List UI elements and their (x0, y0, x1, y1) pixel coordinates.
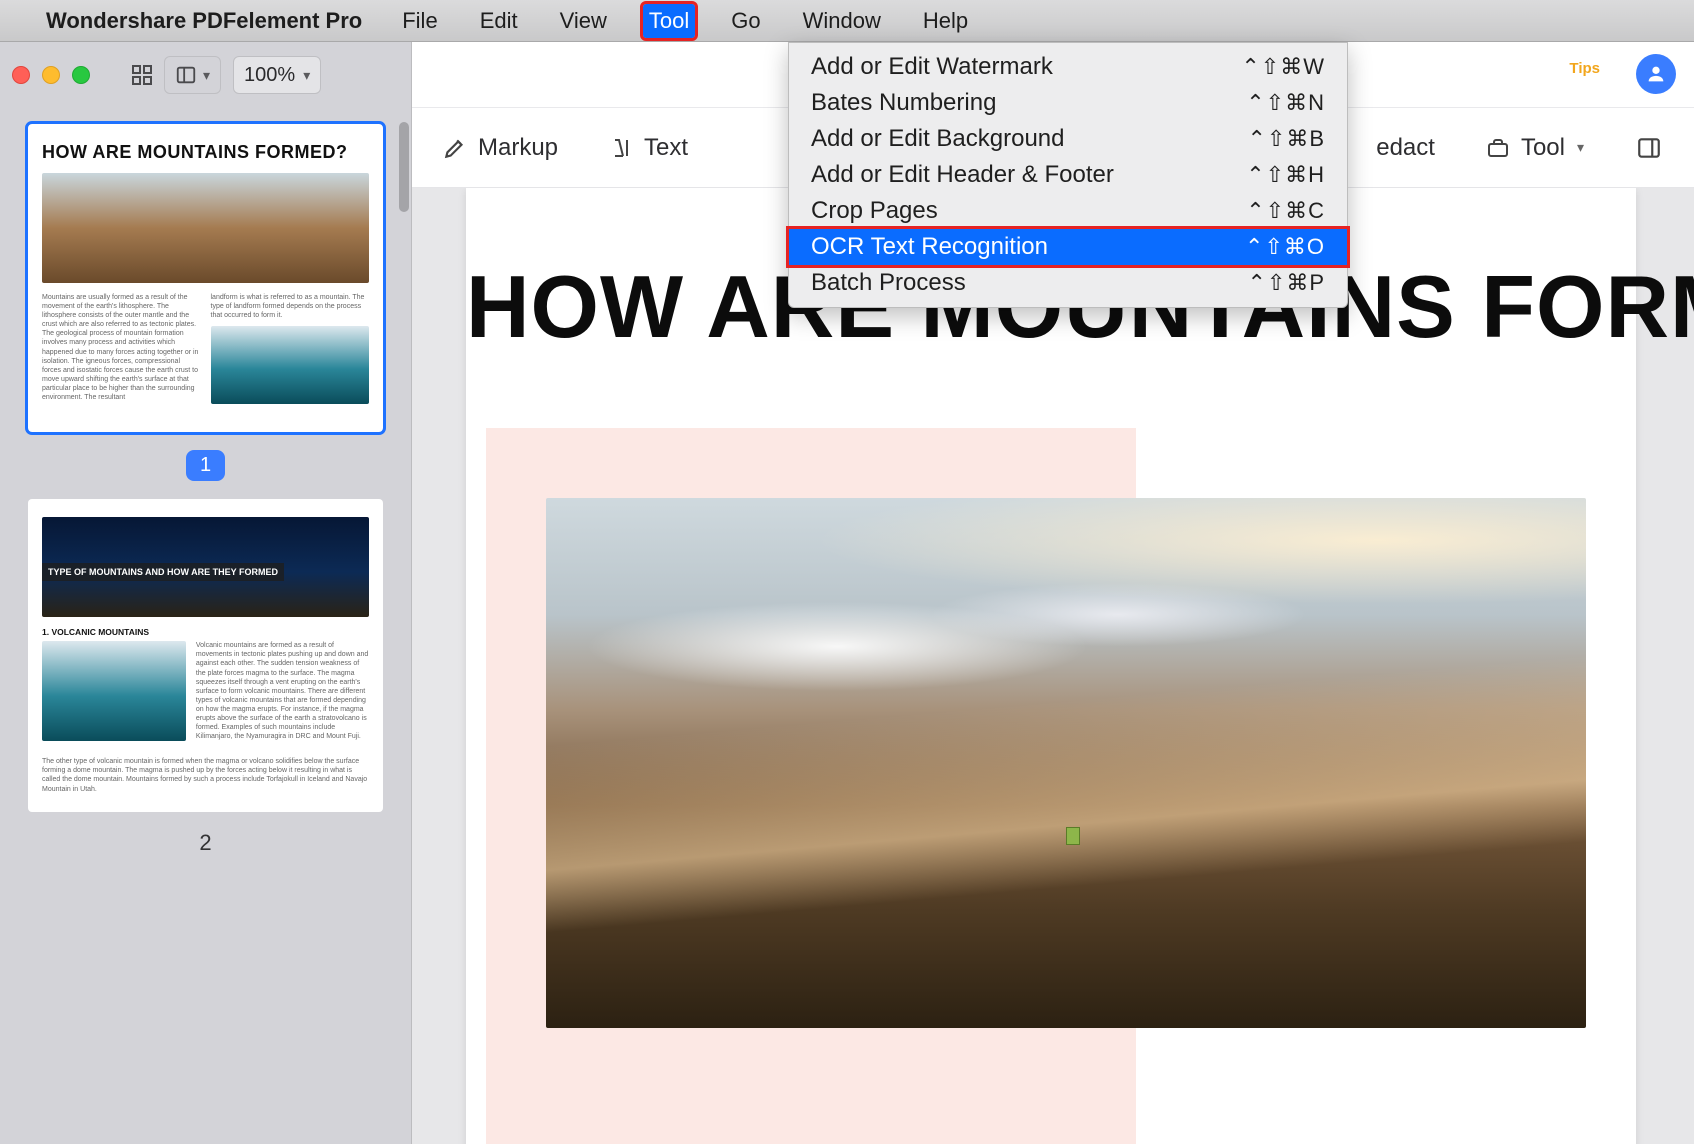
markup-tool[interactable]: Markup (442, 134, 558, 162)
thumbnails-grid-icon[interactable] (128, 61, 156, 89)
thumb2-side-image (42, 641, 186, 741)
app-name: Wondershare PDFelement Pro (46, 8, 362, 34)
menu-view[interactable]: View (554, 4, 613, 38)
tool-label: Tool (1521, 134, 1565, 162)
dd-shortcut: ⌃⇧⌘H (1246, 162, 1325, 188)
account-avatar[interactable] (1636, 54, 1676, 94)
dd-label: Batch Process (811, 269, 966, 297)
minimize-window-button[interactable] (42, 66, 60, 84)
sidebar-view-toggle[interactable]: ▾ (164, 56, 221, 94)
chevron-down-icon: ▾ (303, 67, 310, 84)
text-label: Text (644, 134, 688, 162)
thumb1-col2: landform is what is referred to as a mou… (211, 293, 370, 414)
text-cursor-icon (608, 135, 634, 161)
dd-background[interactable]: Add or Edit Background ⌃⇧⌘B (789, 121, 1347, 157)
menu-edit[interactable]: Edit (474, 4, 524, 38)
menu-tool[interactable]: Tool (643, 4, 695, 38)
annotation-marker[interactable] (1066, 827, 1080, 845)
thumb2-hero-image: TYPE OF MOUNTAINS AND HOW ARE THEY FORME… (42, 517, 369, 617)
tips-badge: Tips (1569, 60, 1600, 77)
traffic-lights (12, 66, 90, 84)
zoom-value: 100% (244, 64, 295, 87)
markup-label: Markup (478, 134, 558, 162)
dd-shortcut: ⌃⇧⌘W (1241, 54, 1325, 80)
dd-shortcut: ⌃⇧⌘B (1247, 126, 1325, 152)
dd-ocr[interactable]: OCR Text Recognition ⌃⇧⌘O (789, 229, 1347, 265)
dd-bates[interactable]: Bates Numbering ⌃⇧⌘N (789, 85, 1347, 121)
chevron-down-icon: ▾ (1577, 139, 1584, 156)
dd-shortcut: ⌃⇧⌘O (1245, 234, 1325, 260)
menu-window[interactable]: Window (797, 4, 887, 38)
window-titlebar: ▾ 100% ▾ (0, 42, 411, 108)
dd-shortcut: ⌃⇧⌘C (1246, 198, 1325, 224)
thumb1-page-badge: 1 (28, 450, 383, 481)
thumb1-hero-image (42, 173, 369, 283)
thumb2-section: 1. VOLCANIC MOUNTAINS (42, 627, 369, 637)
sidebar-scrollbar[interactable] (399, 122, 409, 212)
thumbnails-sidebar: ▾ 100% ▾ HOW ARE MOUNTAINS FORMED? Mount… (0, 42, 412, 1144)
zoom-select[interactable]: 100% ▾ (233, 56, 321, 94)
menu-help[interactable]: Help (917, 4, 974, 38)
redact-tool[interactable]: edact (1376, 134, 1435, 162)
dd-label: Add or Edit Header & Footer (811, 161, 1114, 189)
dd-header-footer[interactable]: Add or Edit Header & Footer ⌃⇧⌘H (789, 157, 1347, 193)
text-tool[interactable]: Text (608, 134, 688, 162)
redact-label: edact (1376, 134, 1435, 162)
thumbnail-page-2[interactable]: TYPE OF MOUNTAINS AND HOW ARE THEY FORME… (28, 499, 383, 811)
dd-label: Crop Pages (811, 197, 938, 225)
thumb1-col1: Mountains are usually formed as a result… (42, 293, 201, 414)
macos-menubar: Wondershare PDFelement Pro File Edit Vie… (0, 0, 1694, 42)
tool-dropdown: Add or Edit Watermark ⌃⇧⌘W Bates Numberin… (788, 42, 1348, 308)
close-window-button[interactable] (12, 66, 30, 84)
dd-label: Bates Numbering (811, 89, 996, 117)
menu-file[interactable]: File (396, 4, 443, 38)
tool-dropdown-button[interactable]: Tool ▾ (1485, 134, 1584, 162)
document-viewport[interactable]: 123 HOW ARE MOUNTAINS FORMED? (412, 188, 1694, 1144)
page-canvas: 123 HOW ARE MOUNTAINS FORMED? (466, 188, 1636, 1144)
dd-batch[interactable]: Batch Process ⌃⇧⌘P (789, 265, 1347, 301)
menu-go[interactable]: Go (725, 4, 766, 38)
dd-label: Add or Edit Background (811, 125, 1065, 153)
thumb1-title: HOW ARE MOUNTAINS FORMED? (42, 142, 369, 163)
thumb2-page-num: 2 (28, 830, 383, 856)
hero-mountain-image (546, 498, 1586, 1028)
dd-crop[interactable]: Crop Pages ⌃⇧⌘C (789, 193, 1347, 229)
thumb2-foot: The other type of volcanic mountain is f… (42, 757, 369, 793)
dd-label: OCR Text Recognition (811, 233, 1048, 261)
dd-shortcut: ⌃⇧⌘N (1246, 90, 1325, 116)
dd-label: Add or Edit Watermark (811, 53, 1053, 81)
thumb1-lake-image (211, 326, 370, 404)
thumbnail-panel: HOW ARE MOUNTAINS FORMED? Mountains are … (0, 108, 411, 1144)
thumb2-subhead: TYPE OF MOUNTAINS AND HOW ARE THEY FORME… (42, 563, 284, 581)
chevron-down-icon: ▾ (203, 67, 210, 84)
thumb2-body: Volcanic mountains are formed as a resul… (196, 641, 369, 751)
zoom-window-button[interactable] (72, 66, 90, 84)
toolbox-icon (1485, 135, 1511, 161)
dd-watermark[interactable]: Add or Edit Watermark ⌃⇧⌘W (789, 49, 1347, 85)
right-panel-toggle-icon[interactable] (1634, 135, 1664, 161)
thumbnail-page-1[interactable]: HOW ARE MOUNTAINS FORMED? Mountains are … (28, 124, 383, 432)
dd-shortcut: ⌃⇧⌘P (1247, 270, 1325, 296)
highlighter-icon (442, 135, 468, 161)
